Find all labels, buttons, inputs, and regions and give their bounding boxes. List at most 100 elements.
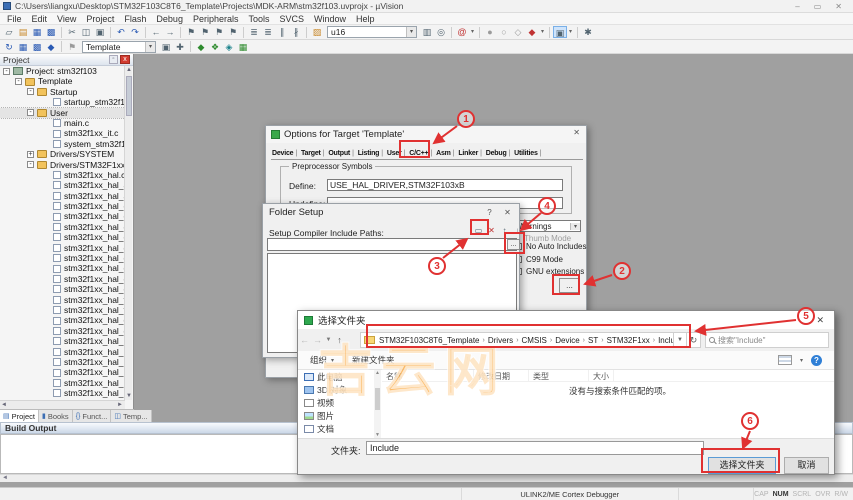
tree-this-pc[interactable]: 此电脑 bbox=[298, 370, 380, 383]
target-select-combo[interactable]: Template ▾ bbox=[82, 41, 156, 53]
back-icon[interactable]: ← bbox=[298, 335, 311, 345]
tree-item[interactable]: - Startup bbox=[0, 87, 125, 97]
breadcrumb-item[interactable]: ST bbox=[588, 336, 598, 345]
tree-item[interactable]: stm32f1xx_hal_iwdg.c bbox=[0, 378, 125, 388]
tree-item[interactable]: stm32f1xx_hal_adc_ex.c bbox=[0, 191, 125, 201]
build-output-hscrollbar[interactable]: ◄ bbox=[0, 474, 853, 482]
column-header[interactable]: 修改日期 bbox=[474, 370, 529, 381]
tree-documents[interactable]: 文档 bbox=[298, 422, 380, 435]
tree-item[interactable]: stm32f1xx_hal_irda.c bbox=[0, 367, 125, 377]
tree-item[interactable]: stm32f1xx_hal_flash.c bbox=[0, 295, 125, 305]
chevron-down-icon[interactable]: ▾ bbox=[145, 42, 155, 52]
redo-icon[interactable]: ↷ bbox=[128, 26, 142, 38]
tree-expander-icon[interactable]: - bbox=[27, 109, 34, 116]
breadcrumb-item[interactable]: CMSIS bbox=[522, 336, 547, 345]
window-layout-icon[interactable]: ▣ bbox=[553, 26, 567, 38]
refresh-icon[interactable]: ↻ bbox=[687, 332, 701, 348]
scroll-right-icon[interactable]: ► bbox=[117, 402, 123, 408]
tree-expander-icon[interactable]: + bbox=[27, 151, 34, 158]
caret-down-icon[interactable]: ▾ bbox=[469, 26, 476, 38]
save-icon[interactable]: ▦ bbox=[30, 26, 44, 38]
delete-path-icon[interactable]: ✕ bbox=[486, 225, 497, 237]
indent-icon[interactable]: ≣ bbox=[261, 26, 275, 38]
scroll-left-icon[interactable]: ◄ bbox=[1, 402, 7, 408]
menu-flash[interactable]: Flash bbox=[119, 13, 151, 25]
menu-help[interactable]: Help bbox=[351, 13, 380, 25]
navigate-back-icon[interactable]: ← bbox=[149, 26, 163, 38]
select-folder-button[interactable]: 选择文件夹 bbox=[708, 457, 776, 474]
view-mode-icon[interactable] bbox=[778, 355, 792, 365]
separator[interactable] bbox=[451, 27, 452, 38]
warnings-select[interactable]: Warnings ▾ bbox=[515, 220, 581, 232]
separator[interactable] bbox=[577, 27, 578, 38]
tree-item[interactable]: stm32f1xx_hal_dac_ex.c bbox=[0, 253, 125, 263]
tab-books[interactable]: ▮ Books bbox=[39, 410, 73, 422]
scroll-thumb[interactable] bbox=[375, 388, 380, 410]
forward-icon[interactable]: → bbox=[311, 335, 324, 345]
menu-edit[interactable]: Edit bbox=[27, 13, 53, 25]
menu-peripherals[interactable]: Peripherals bbox=[188, 13, 244, 25]
options-tab[interactable]: Linker bbox=[457, 148, 484, 159]
tree-item[interactable]: - Project: stm32f103 bbox=[0, 66, 125, 76]
save-all-icon[interactable]: ▩ bbox=[44, 26, 58, 38]
close-icon[interactable]: ✕ bbox=[502, 207, 513, 218]
tree-item[interactable]: stm32f1xx_hal_i2c.c bbox=[0, 347, 125, 357]
help-icon[interactable]: ? bbox=[484, 207, 495, 218]
uncomment-icon[interactable]: ∦ bbox=[289, 26, 303, 38]
options-tab[interactable]: Debug bbox=[485, 148, 513, 159]
find-combo[interactable]: u16 ▾ bbox=[327, 26, 417, 38]
path-row-browse-button[interactable]: ... bbox=[507, 239, 520, 250]
separator[interactable] bbox=[549, 27, 550, 38]
separator[interactable] bbox=[61, 27, 62, 38]
grep-icon[interactable]: ▥ bbox=[420, 26, 434, 38]
close-icon[interactable]: ✕ bbox=[573, 129, 580, 137]
manage-rte-icon[interactable]: ✚ bbox=[173, 41, 187, 53]
separator[interactable] bbox=[145, 27, 146, 38]
translate-icon[interactable]: ↻ bbox=[2, 41, 16, 53]
up-icon[interactable]: ↑ bbox=[333, 335, 346, 345]
find-icon[interactable]: ◎ bbox=[434, 26, 448, 38]
tree-pictures[interactable]: 图片 bbox=[298, 409, 380, 422]
download-icon[interactable]: ◆ bbox=[44, 41, 58, 53]
minimize-button[interactable]: – bbox=[795, 2, 799, 11]
tree-item[interactable]: stm32f1xx_hal_gpio.c bbox=[0, 315, 125, 325]
manage-components-icon[interactable]: ❖ bbox=[208, 41, 222, 53]
maximize-button[interactable]: ▭ bbox=[814, 2, 822, 11]
options-tab[interactable]: Device bbox=[271, 148, 300, 159]
options-tab[interactable]: Output bbox=[327, 148, 356, 159]
bookmark-next-icon[interactable]: ⚑ bbox=[212, 26, 226, 38]
organize-button[interactable]: 组织 bbox=[310, 354, 327, 366]
scroll-thumb[interactable] bbox=[126, 76, 132, 116]
undo-icon[interactable]: ↶ bbox=[114, 26, 128, 38]
tree-item[interactable]: stm32f1xx_hal_flash_ex.c bbox=[0, 305, 125, 315]
options-tab[interactable]: Listing bbox=[357, 148, 386, 159]
menu-file[interactable]: File bbox=[2, 13, 27, 25]
help-icon[interactable]: ? bbox=[811, 355, 822, 366]
breadcrumb-item[interactable]: STM32F1xx bbox=[607, 336, 650, 345]
tree-item[interactable]: stm32f1xx_hal_cec.c bbox=[0, 211, 125, 221]
pack-installer-icon[interactable]: ◆ bbox=[194, 41, 208, 53]
project-tree-vscrollbar[interactable]: ▲ ▼ bbox=[124, 66, 132, 400]
navigation-pane-scrollbar[interactable]: ▲ ▼ bbox=[374, 370, 381, 438]
tree-videos[interactable]: 视频 bbox=[298, 396, 380, 409]
tree-3d-objects[interactable]: 3D 对象 bbox=[298, 383, 380, 396]
chevron-down-icon[interactable]: ▾ bbox=[800, 357, 803, 364]
address-bar[interactable]: STM32F103C8T6_Template›Drivers›CMSIS›Dev… bbox=[360, 332, 674, 348]
scroll-up-icon[interactable]: ▲ bbox=[375, 370, 380, 376]
breadcrumb-item[interactable]: Device bbox=[555, 336, 579, 345]
close-button[interactable]: ✕ bbox=[835, 2, 842, 11]
tree-expander-icon[interactable]: - bbox=[27, 88, 34, 95]
bookmark-prev-icon[interactable]: ⚑ bbox=[198, 26, 212, 38]
debug-session-icon[interactable]: @ bbox=[455, 26, 469, 38]
menu-window[interactable]: Window bbox=[309, 13, 351, 25]
breadcrumb-item[interactable]: Include bbox=[658, 336, 674, 345]
scroll-down-icon[interactable]: ▼ bbox=[125, 393, 133, 399]
close-icon[interactable]: ✕ bbox=[816, 315, 828, 326]
tree-expander-icon[interactable]: - bbox=[15, 78, 22, 85]
menu-debug[interactable]: Debug bbox=[151, 13, 188, 25]
tree-item[interactable]: stm32f1xx_hal_hcd.c bbox=[0, 336, 125, 346]
bookmark-clear-icon[interactable]: ⚑ bbox=[226, 26, 240, 38]
tree-item[interactable]: stm32f1xx_hal_adc.c bbox=[0, 180, 125, 190]
navigate-forward-icon[interactable]: → bbox=[163, 26, 177, 38]
project-tree-hscrollbar[interactable]: ◄ ► bbox=[0, 400, 125, 409]
